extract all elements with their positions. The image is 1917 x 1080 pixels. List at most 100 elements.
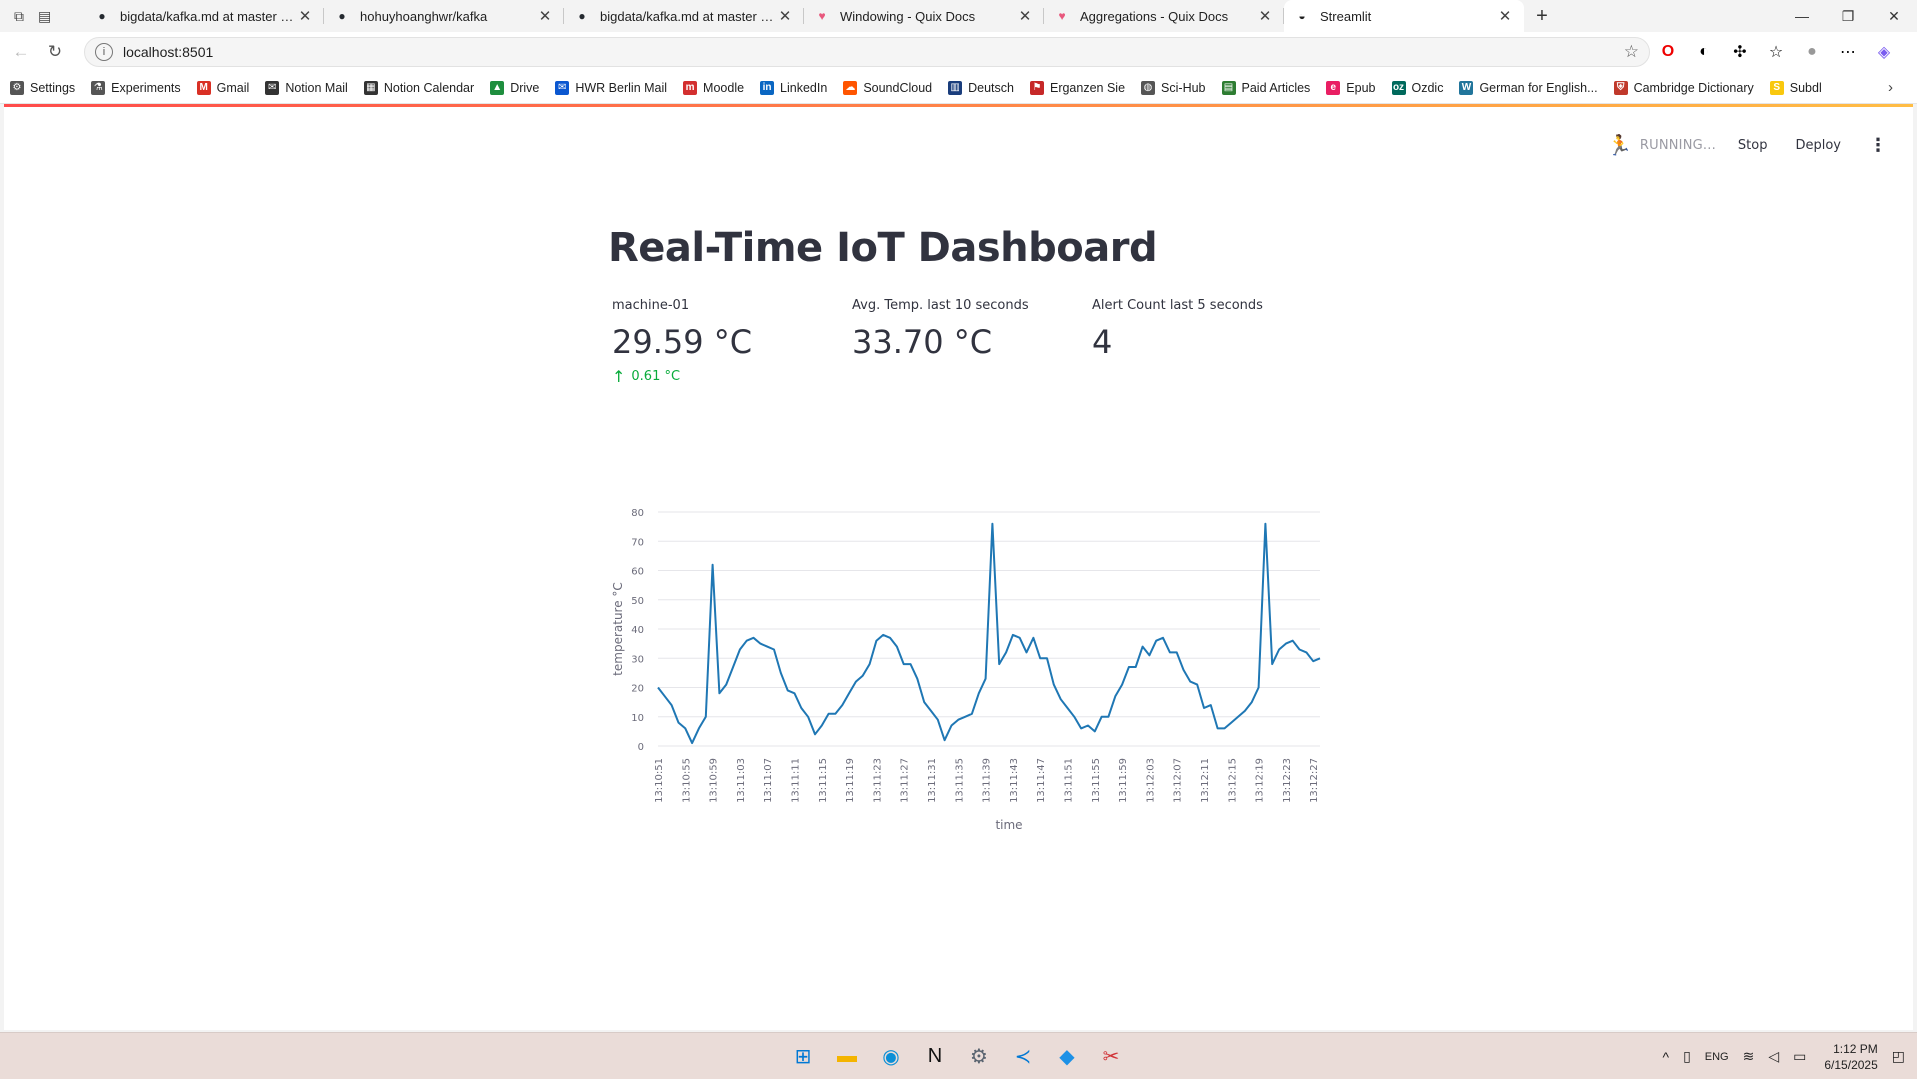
data-point[interactable]	[1257, 686, 1261, 690]
data-point[interactable]	[997, 662, 1001, 666]
data-point[interactable]	[840, 703, 844, 707]
workspaces-icon[interactable]: ⧉	[14, 8, 24, 25]
data-point[interactable]	[1072, 715, 1076, 719]
data-point[interactable]	[1147, 653, 1151, 657]
data-point[interactable]	[1141, 645, 1145, 649]
data-point[interactable]	[1065, 706, 1069, 710]
data-point[interactable]	[929, 709, 933, 713]
clock[interactable]: 1:12 PM 6/15/2025	[1824, 1041, 1877, 1073]
bookmark-item[interactable]: M Gmail	[196, 80, 249, 95]
data-point[interactable]	[1052, 683, 1056, 687]
docker-icon[interactable]: ◆	[1052, 1042, 1082, 1072]
bookmark-item[interactable]: W German for English...	[1459, 80, 1598, 95]
more-menu-icon[interactable]: ⋯	[1830, 42, 1866, 62]
data-point[interactable]	[1018, 636, 1022, 640]
data-point[interactable]	[990, 522, 994, 526]
data-point[interactable]	[1202, 706, 1206, 710]
data-point[interactable]	[1209, 703, 1213, 707]
data-point[interactable]	[1011, 633, 1015, 637]
data-point[interactable]	[1025, 650, 1029, 654]
data-point[interactable]	[758, 642, 762, 646]
data-point[interactable]	[820, 724, 824, 728]
data-point[interactable]	[936, 718, 940, 722]
data-point[interactable]	[1106, 715, 1110, 719]
battery-icon[interactable]: ▭	[1793, 1048, 1806, 1065]
data-point[interactable]	[1263, 522, 1267, 526]
data-point[interactable]	[676, 721, 680, 725]
bookmark-item[interactable]: S Subdl	[1769, 80, 1822, 95]
deploy-button[interactable]: Deploy	[1795, 138, 1841, 153]
data-point[interactable]	[1270, 662, 1274, 666]
data-point[interactable]	[704, 715, 708, 719]
reload-button[interactable]: ↻	[38, 35, 72, 69]
data-point[interactable]	[745, 639, 749, 643]
stop-button[interactable]: Stop	[1738, 138, 1768, 153]
chart-svg[interactable]: 0 10 20 30 40 50 60 70 80 13:10:51 13:10:55 13:10:5…	[608, 502, 1328, 842]
bookmark-item[interactable]: m Moodle	[683, 80, 744, 95]
url-text[interactable]: localhost:8501	[123, 44, 1624, 60]
profile-avatar[interactable]: ●	[1794, 43, 1830, 61]
bookmark-item[interactable]: ▲ Drive	[490, 80, 539, 95]
browser-tab[interactable]: ● hohuyhoanghwr/kafka ✕	[324, 0, 564, 32]
data-point[interactable]	[854, 680, 858, 684]
close-tab-icon[interactable]: ✕	[1496, 7, 1514, 25]
bookmark-item[interactable]: ▤ Paid Articles	[1221, 80, 1310, 95]
bookmark-item[interactable]: ✉ HWR Berlin Mail	[555, 80, 667, 95]
data-point[interactable]	[752, 636, 756, 640]
data-point[interactable]	[949, 724, 953, 728]
data-point[interactable]	[922, 700, 926, 704]
copilot-icon[interactable]: ◈	[1866, 42, 1902, 62]
wifi-icon[interactable]: ≋	[1743, 1048, 1755, 1065]
file-explorer-icon[interactable]: ▬	[832, 1042, 862, 1072]
data-point[interactable]	[656, 686, 660, 690]
data-point[interactable]	[1216, 726, 1220, 730]
edge-icon[interactable]: ◉	[876, 1042, 906, 1072]
data-point[interactable]	[881, 633, 885, 637]
data-point[interactable]	[670, 703, 674, 707]
data-point[interactable]	[1284, 642, 1288, 646]
snipping-tool-icon[interactable]: ✂	[1096, 1042, 1126, 1072]
bookmark-item[interactable]: ✉ Notion Mail	[265, 80, 348, 95]
address-bar[interactable]: i localhost:8501 ☆	[84, 37, 1650, 67]
bookmark-item[interactable]: ⚙ Settings	[10, 80, 75, 95]
data-point[interactable]	[943, 738, 947, 742]
close-tab-icon[interactable]: ✕	[1016, 7, 1034, 25]
temperature-line-chart[interactable]: 0 10 20 30 40 50 60 70 80 13:10:51 13:10:55 13:10:5…	[608, 502, 1328, 842]
data-point[interactable]	[683, 726, 687, 730]
data-point[interactable]	[697, 726, 701, 730]
data-point[interactable]	[1127, 665, 1131, 669]
new-tab-button[interactable]: +	[1524, 0, 1560, 32]
data-point[interactable]	[731, 665, 735, 669]
data-point[interactable]	[833, 712, 837, 716]
windows-start-icon[interactable]: ⊞	[788, 1042, 818, 1072]
data-point[interactable]	[1168, 650, 1172, 654]
bookmark-item[interactable]: ☁ SoundCloud	[843, 80, 932, 95]
data-point[interactable]	[1182, 668, 1186, 672]
data-point[interactable]	[827, 712, 831, 716]
data-point[interactable]	[1086, 724, 1090, 728]
bookmark-item[interactable]: ▥ Deutsch	[948, 80, 1014, 95]
data-point[interactable]	[1031, 636, 1035, 640]
browser-tab[interactable]: ♥ Aggregations - Quix Docs ✕	[1044, 0, 1284, 32]
data-point[interactable]	[861, 674, 865, 678]
data-point[interactable]	[1100, 715, 1104, 719]
favorites-icon[interactable]: ☆	[1758, 42, 1794, 62]
data-point[interactable]	[909, 662, 913, 666]
data-point[interactable]	[970, 712, 974, 716]
data-point[interactable]	[772, 647, 776, 651]
bookmark-item[interactable]: oz Ozdic	[1391, 80, 1443, 95]
bookmark-item[interactable]: ⚗ Experiments	[91, 80, 181, 95]
data-point[interactable]	[738, 647, 742, 651]
bookmark-item[interactable]: ◍ Sci-Hub	[1141, 80, 1206, 95]
data-point[interactable]	[1154, 639, 1158, 643]
close-window-icon[interactable]: ✕	[1871, 0, 1917, 32]
close-tab-icon[interactable]: ✕	[1256, 7, 1274, 25]
data-point[interactable]	[786, 688, 790, 692]
data-point[interactable]	[1045, 656, 1049, 660]
data-point[interactable]	[1304, 650, 1308, 654]
data-point[interactable]	[963, 715, 967, 719]
close-tab-icon[interactable]: ✕	[296, 7, 314, 25]
close-tab-icon[interactable]: ✕	[536, 7, 554, 25]
data-point[interactable]	[847, 691, 851, 695]
data-point[interactable]	[792, 691, 796, 695]
